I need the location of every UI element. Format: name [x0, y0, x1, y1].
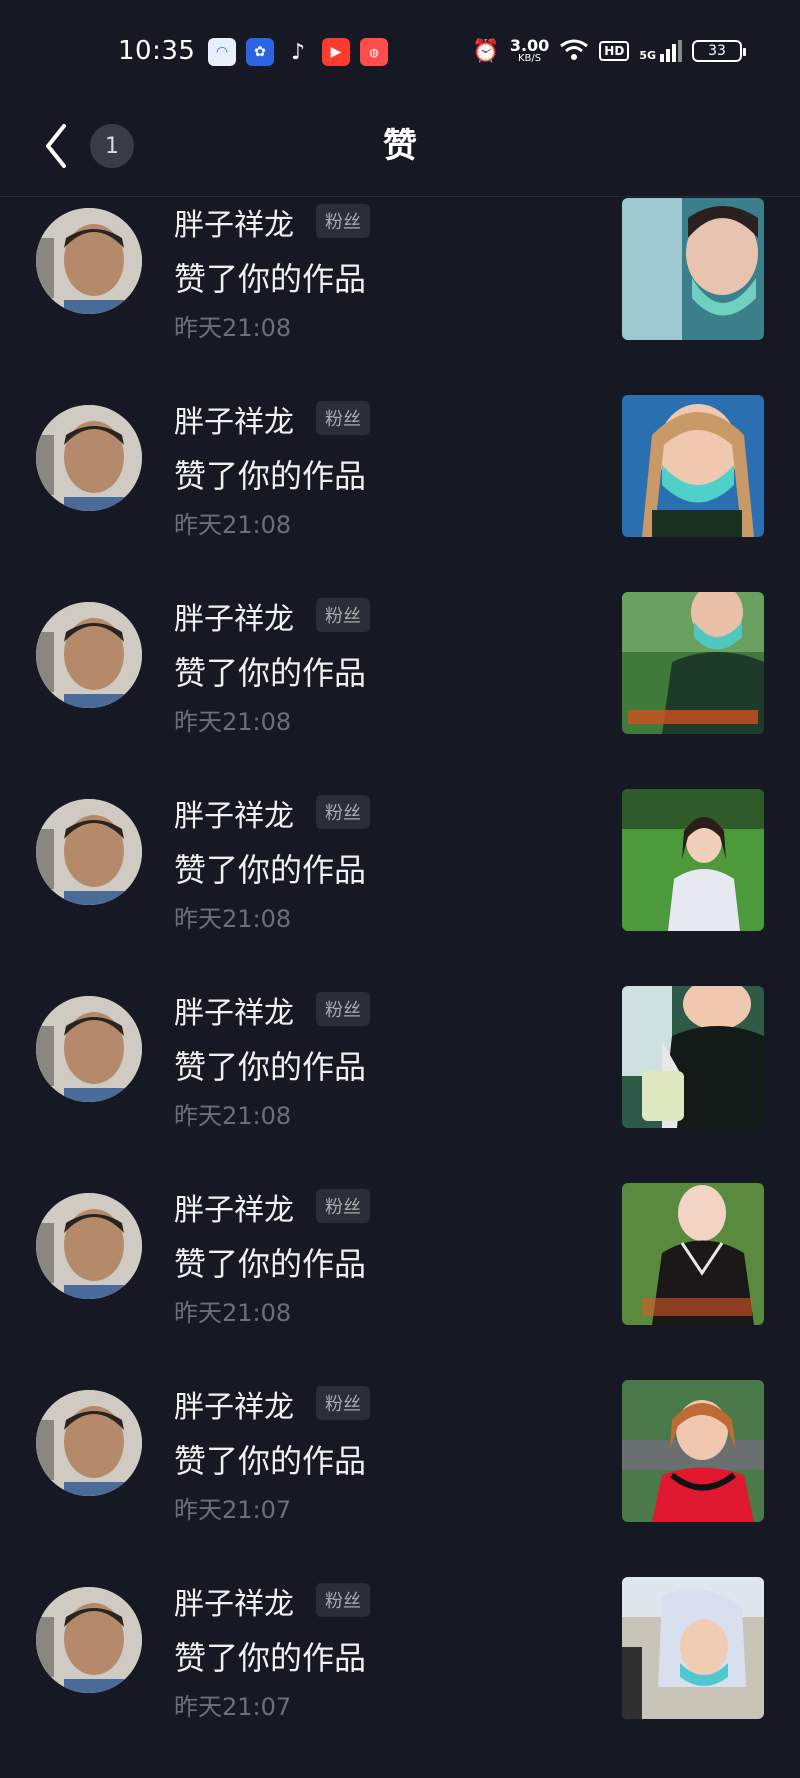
follower-tag: 粉丝: [316, 1189, 370, 1223]
status-time: 10:35: [118, 36, 196, 66]
post-thumbnail[interactable]: [622, 1183, 764, 1325]
follower-tag: 粉丝: [316, 1583, 370, 1617]
follower-tag: 粉丝: [316, 992, 370, 1026]
timestamp: 昨天21:08: [174, 314, 292, 342]
user-name[interactable]: 胖子祥龙: [174, 200, 294, 244]
follower-tag: 粉丝: [316, 401, 370, 435]
timestamp: 昨天21:07: [174, 1496, 292, 1524]
timestamp: 昨天21:08: [174, 511, 292, 539]
avatar[interactable]: [36, 208, 142, 314]
timestamp: 昨天21:08: [174, 708, 292, 736]
hd-icon: HD: [599, 41, 630, 61]
user-name[interactable]: 胖子祥龙: [174, 397, 294, 441]
avatar[interactable]: [36, 996, 142, 1102]
post-thumbnail[interactable]: [622, 1577, 764, 1719]
follower-tag: 粉丝: [316, 598, 370, 632]
user-name[interactable]: 胖子祥龙: [174, 594, 294, 638]
action-text: 赞了你的作品: [174, 1639, 367, 1677]
post-thumbnail[interactable]: [622, 395, 764, 537]
video-app-icon: ▶: [322, 38, 350, 66]
baidu-app-icon: ✿: [246, 38, 274, 66]
timestamp: 昨天21:08: [174, 1102, 292, 1130]
wifi-icon: [559, 38, 589, 64]
user-name[interactable]: 胖子祥龙: [174, 1579, 294, 1623]
user-name[interactable]: 胖子祥龙: [174, 1382, 294, 1426]
avatar[interactable]: [36, 405, 142, 511]
avatar[interactable]: [36, 1193, 142, 1299]
action-text: 赞了你的作品: [174, 1048, 367, 1086]
network-speed: 3.00 KB/S: [509, 36, 550, 64]
follower-tag: 粉丝: [316, 204, 370, 238]
follower-tag: 粉丝: [316, 1386, 370, 1420]
post-thumbnail[interactable]: [622, 789, 764, 931]
likes-list: 胖子祥龙 粉丝 赞了你的作品 昨天21:08 胖子祥龙 粉丝 赞了你的作品 昨天…: [0, 196, 800, 1772]
post-thumbnail[interactable]: [622, 592, 764, 734]
tiktok-app-icon: ♪: [290, 39, 306, 65]
post-thumbnail[interactable]: [622, 1380, 764, 1522]
browser-app-icon: ◠: [208, 38, 236, 66]
action-text: 赞了你的作品: [174, 851, 367, 889]
avatar[interactable]: [36, 799, 142, 905]
timestamp: 昨天21:08: [174, 1299, 292, 1327]
list-item[interactable]: 胖子祥龙 粉丝 赞了你的作品 昨天21:08: [0, 590, 800, 787]
post-thumbnail[interactable]: [622, 198, 764, 340]
user-name[interactable]: 胖子祥龙: [174, 791, 294, 835]
header-bar: 1 赞: [0, 108, 800, 197]
cellular-signal-icon: 5G: [639, 40, 682, 62]
notification-icons: ◠ ✿ ♪ ▶ ◍: [208, 38, 388, 66]
list-item[interactable]: 胖子祥龙 粉丝 赞了你的作品 昨天21:08: [0, 196, 800, 393]
page-title: 赞: [383, 126, 417, 166]
timestamp: 昨天21:07: [174, 1693, 292, 1721]
list-item[interactable]: 胖子祥龙 粉丝 赞了你的作品 昨天21:08: [0, 1181, 800, 1378]
status-bar: 10:35 ◠ ✿ ♪ ▶ ◍ ⏰ 3.00 KB/S HD 5G 33: [0, 0, 800, 108]
action-text: 赞了你的作品: [174, 1245, 367, 1283]
avatar[interactable]: [36, 602, 142, 708]
timestamp: 昨天21:08: [174, 905, 292, 933]
action-text: 赞了你的作品: [174, 260, 367, 298]
shopping-app-icon: ◍: [360, 38, 388, 66]
list-item[interactable]: 胖子祥龙 粉丝 赞了你的作品 昨天21:08: [0, 787, 800, 984]
follower-tag: 粉丝: [316, 795, 370, 829]
action-text: 赞了你的作品: [174, 654, 367, 692]
avatar[interactable]: [36, 1587, 142, 1693]
action-text: 赞了你的作品: [174, 457, 367, 495]
battery-icon: 33: [692, 40, 746, 62]
list-item[interactable]: 胖子祥龙 粉丝 赞了你的作品 昨天21:07: [0, 1378, 800, 1575]
user-name[interactable]: 胖子祥龙: [174, 988, 294, 1032]
user-name[interactable]: 胖子祥龙: [174, 1185, 294, 1229]
avatar[interactable]: [36, 1390, 142, 1496]
list-item[interactable]: 胖子祥龙 粉丝 赞了你的作品 昨天21:08: [0, 393, 800, 590]
list-item[interactable]: 胖子祥龙 粉丝 赞了你的作品 昨天21:08: [0, 984, 800, 1181]
action-text: 赞了你的作品: [174, 1442, 367, 1480]
alarm-icon: ⏰: [472, 38, 500, 64]
post-thumbnail[interactable]: [622, 986, 764, 1128]
system-status: ⏰ 3.00 KB/S HD 5G 33: [472, 36, 746, 64]
list-item[interactable]: 胖子祥龙 粉丝 赞了你的作品 昨天21:07: [0, 1575, 800, 1772]
